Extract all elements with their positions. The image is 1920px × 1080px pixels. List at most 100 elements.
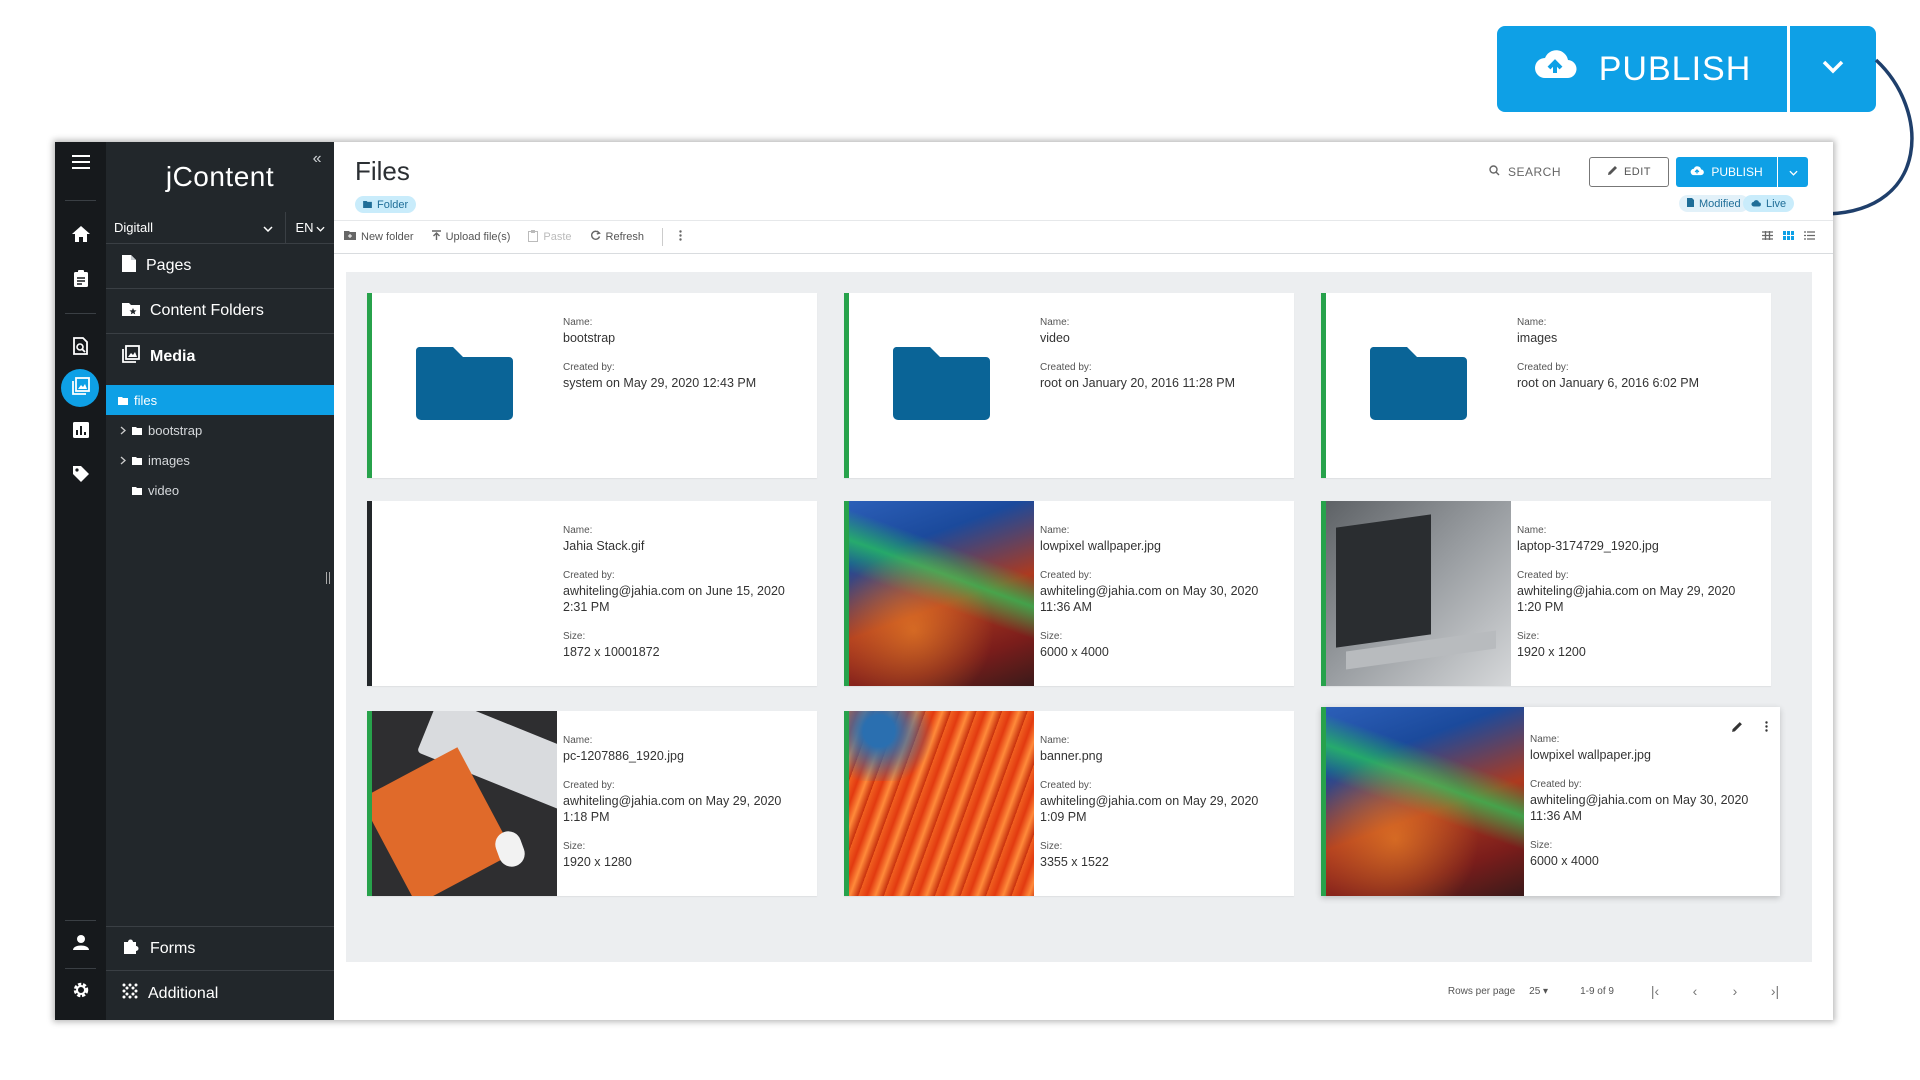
upload-files-button[interactable]: Upload file(s) bbox=[431, 230, 510, 244]
screenshot-stage: PUBLISH jContent « Digitall EN Pages Con… bbox=[0, 0, 1920, 1080]
tree-item-label: files bbox=[134, 392, 158, 408]
clipboard-button[interactable] bbox=[55, 259, 106, 303]
more-actions-button[interactable] bbox=[679, 230, 682, 244]
chevron-right-icon: › bbox=[1732, 983, 1738, 999]
card-thumbnail bbox=[1326, 501, 1511, 686]
grid-view-icon bbox=[1783, 231, 1794, 243]
more-vertical-icon bbox=[1765, 721, 1768, 735]
nav-item-forms[interactable]: Forms bbox=[106, 926, 334, 971]
edit-label: EDIT bbox=[1623, 166, 1652, 178]
rail-divider bbox=[65, 968, 96, 969]
chevron-left-icon: ‹ bbox=[1692, 983, 1698, 999]
home-button[interactable] bbox=[55, 214, 106, 258]
nav-item-additional[interactable]: Additional bbox=[106, 971, 334, 1016]
publish-main-action[interactable]: PUBLISH bbox=[1676, 157, 1777, 187]
nav-item-label: Forms bbox=[150, 939, 196, 957]
view-table-button[interactable] bbox=[1762, 231, 1773, 243]
folder-icon bbox=[132, 453, 142, 468]
field-label: Name: bbox=[1517, 525, 1547, 536]
language-selector[interactable]: EN bbox=[286, 220, 334, 235]
chevron-down-icon bbox=[263, 220, 273, 235]
field-label: Created by: bbox=[563, 780, 615, 791]
jcontent-button[interactable] bbox=[55, 366, 106, 410]
card-thumbnail bbox=[1326, 707, 1524, 896]
edit-button[interactable]: EDIT bbox=[1589, 157, 1669, 187]
file-card[interactable]: Name: lowpixel wallpaper.jpg Created by: aw… bbox=[844, 501, 1294, 686]
language-selector-value: EN bbox=[295, 220, 314, 235]
tree-item-video[interactable]: video bbox=[106, 475, 334, 505]
file-card[interactable]: Name: Jahia Stack.gif Created by: awhitelin… bbox=[367, 501, 817, 686]
refresh-button[interactable]: Refresh bbox=[590, 230, 644, 244]
field-value: 1920 x 1200 bbox=[1517, 645, 1586, 659]
first-page-icon: |‹ bbox=[1650, 983, 1660, 999]
field-label: Created by: bbox=[1517, 570, 1569, 581]
jcontent-app: jContent « Digitall EN Pages Content Fol… bbox=[55, 142, 1833, 1020]
publish-button[interactable]: PUBLISH bbox=[1676, 157, 1808, 187]
analytics-button[interactable] bbox=[55, 410, 106, 454]
card-thumbnail bbox=[849, 293, 1034, 478]
file-card[interactable]: Name: banner.png Created by: awhiteling@jah… bbox=[844, 711, 1294, 896]
tree-item-images[interactable]: images bbox=[106, 445, 334, 475]
tags-button[interactable] bbox=[55, 454, 106, 498]
first-page-button[interactable]: |‹ bbox=[1642, 983, 1668, 999]
site-selector[interactable]: Digitall bbox=[106, 212, 286, 243]
card-menu-button[interactable] bbox=[1765, 721, 1768, 736]
file-card[interactable]: Name: pc-1207886_1920.jpg Created by: awhit… bbox=[367, 711, 817, 896]
rows-per-page-select[interactable]: 25 ▾ bbox=[1529, 986, 1548, 997]
folder-icon bbox=[1369, 343, 1469, 428]
folder-card[interactable]: Name: bootstrap Created by: system on May 2… bbox=[367, 293, 817, 478]
nav-item-pages[interactable]: Pages bbox=[106, 244, 334, 289]
folder-card[interactable]: Name: images Created by: root on January 6,… bbox=[1321, 293, 1771, 478]
view-list-button[interactable] bbox=[1804, 231, 1815, 243]
card-thumbnail bbox=[1326, 293, 1511, 478]
card-details: Name: laptop-3174729_1920.jpg Created by: a… bbox=[1511, 501, 1771, 686]
card-details: Name: bootstrap Created by: system on May 2… bbox=[557, 293, 817, 478]
last-page-button[interactable]: ›| bbox=[1762, 983, 1788, 999]
nav-item-media[interactable]: Media bbox=[106, 334, 334, 379]
folder-icon bbox=[892, 343, 992, 428]
settings-button[interactable] bbox=[55, 970, 106, 1014]
file-icon bbox=[1687, 197, 1694, 210]
tree-item-files[interactable]: files bbox=[106, 385, 334, 415]
folder-icon bbox=[415, 343, 515, 428]
card-thumbnail bbox=[849, 711, 1034, 896]
new-folder-button[interactable]: New folder bbox=[344, 231, 414, 243]
cloud-upload-icon bbox=[1533, 49, 1577, 89]
resize-handle[interactable] bbox=[326, 572, 330, 584]
page-title: Files bbox=[355, 156, 410, 186]
field-label: Created by: bbox=[563, 362, 615, 373]
file-card[interactable]: Name: laptop-3174729_1920.jpg Created by: a… bbox=[1321, 501, 1771, 686]
last-page-icon: ›| bbox=[1770, 983, 1780, 999]
field-label: Size: bbox=[563, 631, 586, 642]
nav-item-content-folders[interactable]: Content Folders bbox=[106, 289, 334, 334]
next-page-button[interactable]: › bbox=[1722, 983, 1748, 999]
folder-icon bbox=[118, 393, 128, 408]
status-modified-label: Modified bbox=[1699, 197, 1741, 210]
chevron-down-icon bbox=[1788, 165, 1798, 179]
user-button[interactable] bbox=[55, 922, 106, 966]
card-details: Name: images Created by: root on January 6,… bbox=[1511, 293, 1771, 478]
collapse-panel-button[interactable]: « bbox=[313, 150, 322, 168]
publish-callout-main[interactable]: PUBLISH bbox=[1497, 26, 1787, 112]
field-label: Name: bbox=[1517, 317, 1547, 328]
publish-dropdown[interactable] bbox=[1778, 157, 1808, 187]
action-toolbar: New folder Upload file(s) Paste Refresh bbox=[334, 220, 1833, 254]
field-value: lowpixel wallpaper.jpg bbox=[1040, 539, 1161, 553]
card-edit-button[interactable] bbox=[1731, 721, 1743, 736]
menu-button[interactable] bbox=[55, 142, 106, 186]
view-grid-button[interactable] bbox=[1783, 231, 1794, 243]
field-label: Name: bbox=[563, 525, 593, 536]
previous-page-button[interactable]: ‹ bbox=[1682, 983, 1708, 999]
content-search-button[interactable] bbox=[55, 326, 106, 370]
nav-item-label: Additional bbox=[148, 984, 219, 1002]
search-button[interactable]: SEARCH bbox=[1489, 165, 1561, 179]
field-value: awhiteling@jahia.com on June 15, 2020 2:… bbox=[563, 584, 785, 614]
field-label: Created by: bbox=[1530, 779, 1582, 790]
tree-item-bootstrap[interactable]: bootstrap bbox=[106, 415, 334, 445]
file-card[interactable]: Name: lowpixel wallpaper.jpg Created by: aw… bbox=[1321, 707, 1780, 896]
paste-button[interactable]: Paste bbox=[528, 229, 572, 245]
table-view-icon bbox=[1762, 231, 1773, 243]
field-label: Size: bbox=[1040, 631, 1063, 642]
folder-card[interactable]: Name: video Created by: root on January 20,… bbox=[844, 293, 1294, 478]
folder-icon bbox=[132, 483, 142, 498]
